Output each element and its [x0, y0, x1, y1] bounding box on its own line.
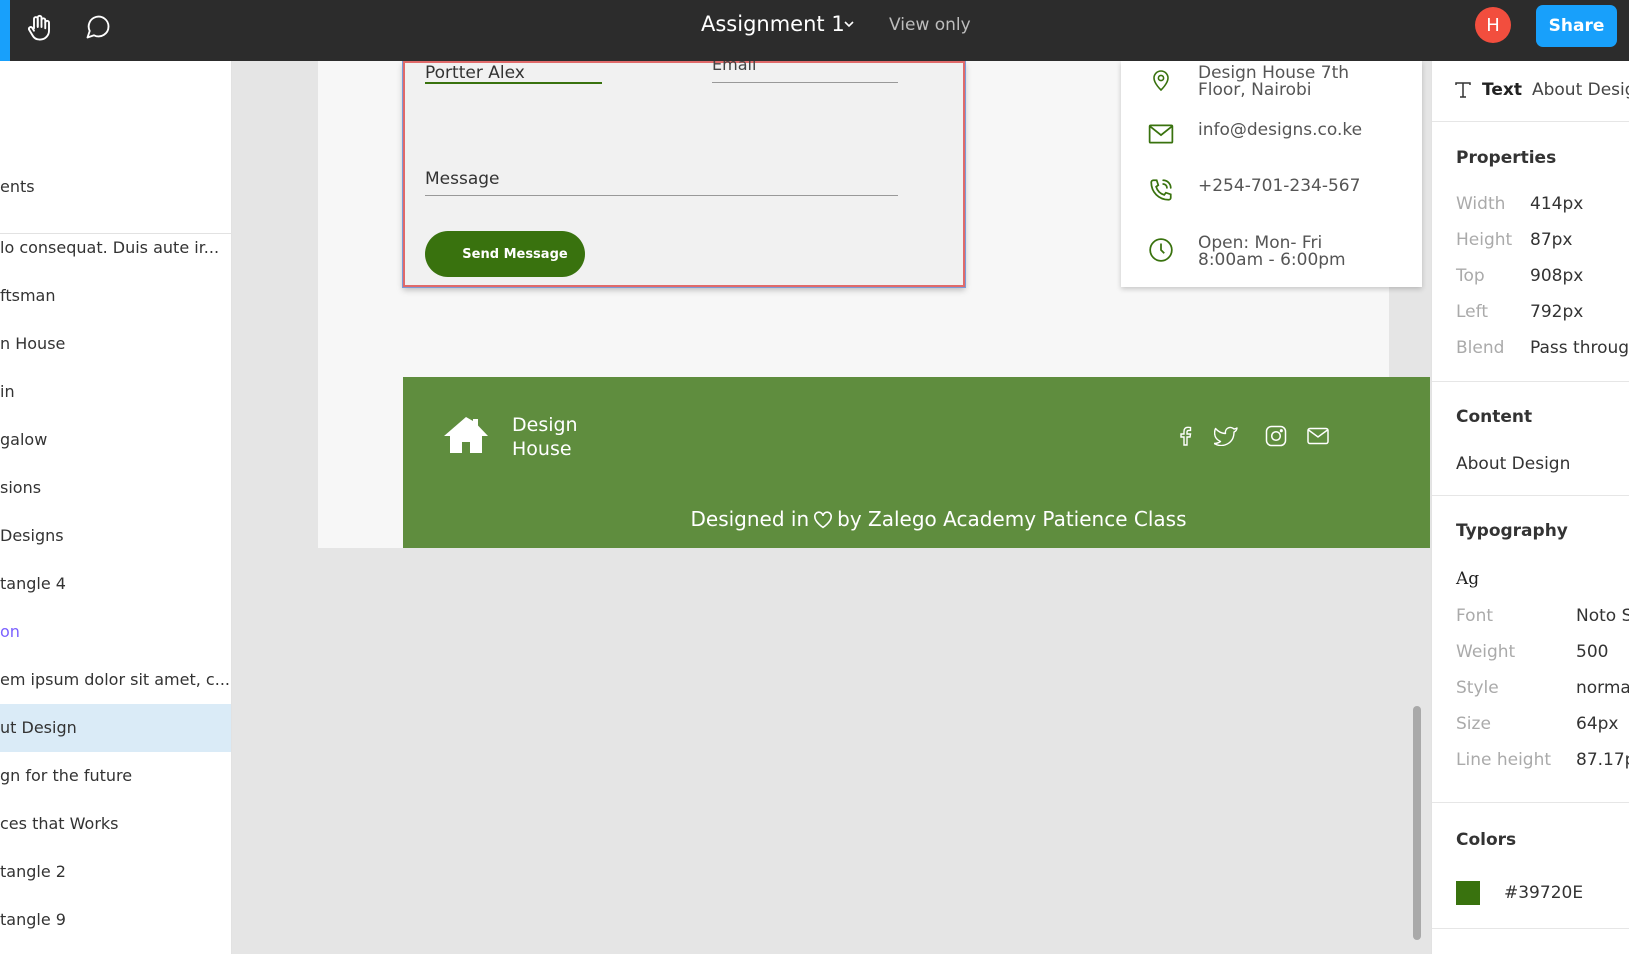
properties-panel: Text About Design Properties Width 414px…: [1431, 61, 1629, 954]
layer-item[interactable]: lo consequat. Duis aute ir...: [0, 224, 231, 272]
selection-header: Text About Design: [1454, 80, 1629, 100]
footer-brand-line-2: House: [512, 438, 572, 460]
footer-brand-line-1: Design: [512, 414, 578, 436]
instagram-icon[interactable]: [1263, 423, 1289, 449]
contact-phone: +254-701-234-567: [1198, 176, 1361, 196]
layer-item[interactable]: ut Design: [0, 704, 231, 752]
contact-form-card[interactable]: Portter Alex Email Message Send Message: [403, 61, 965, 287]
chevron-down-icon[interactable]: [843, 17, 855, 35]
divider: [1432, 121, 1629, 122]
layer-item[interactable]: sions: [0, 464, 231, 512]
font-preview: Ag: [1456, 569, 1480, 589]
width-value[interactable]: 414px: [1530, 194, 1583, 214]
weight-label: Weight: [1456, 642, 1516, 662]
view-only-label: View only: [889, 15, 971, 35]
hours-line-2: 8:00am - 6:00pm: [1198, 250, 1346, 270]
style-value[interactable]: normal: [1576, 678, 1629, 698]
layer-item[interactable]: gn for the future: [0, 752, 231, 800]
credit-after: by Zalego Academy Patience Class: [837, 507, 1187, 531]
email-field[interactable]: Email: [712, 61, 756, 74]
layer-item[interactable]: Designs: [0, 512, 231, 560]
layer-item[interactable]: em ipsum dolor sit amet, c...: [0, 656, 231, 704]
top-label: Top: [1456, 266, 1485, 286]
layer-item[interactable]: ftsman: [0, 272, 231, 320]
address-line-2: Floor, Nairobi: [1198, 80, 1312, 100]
layer-item[interactable]: tangle 9: [0, 896, 231, 944]
size-label: Size: [1456, 714, 1491, 734]
share-button[interactable]: Share: [1536, 5, 1617, 47]
left-value[interactable]: 792px: [1530, 302, 1583, 322]
content-value[interactable]: About Design: [1456, 454, 1570, 474]
layer-item[interactable]: tangle 2: [0, 848, 231, 896]
footer-brand: Design House: [512, 413, 578, 461]
page-frame[interactable]: Portter Alex Email Message Send Message …: [318, 61, 1430, 548]
top-toolbar: Assignment 1 View only H Share: [0, 0, 1629, 61]
line-height-value[interactable]: 87.17px: [1576, 750, 1629, 770]
message-field-underline: [425, 195, 898, 196]
text-type-icon: [1455, 82, 1471, 98]
home-icon: [443, 415, 489, 460]
contact-email: info@designs.co.ke: [1198, 120, 1363, 140]
width-label: Width: [1456, 194, 1506, 214]
size-value[interactable]: 64px: [1576, 714, 1618, 734]
properties-title: Properties: [1456, 148, 1557, 168]
email-field-underline: [712, 82, 898, 83]
blend-label: Blend: [1456, 338, 1505, 358]
left-label: Left: [1456, 302, 1488, 322]
layer-item[interactable]: n House: [0, 320, 231, 368]
style-label: Style: [1456, 678, 1499, 698]
hand-tool-icon[interactable]: [22, 10, 56, 44]
height-value[interactable]: 87px: [1530, 230, 1572, 250]
font-value[interactable]: Noto Sans: [1576, 606, 1629, 626]
selection-name: About Design: [1531, 80, 1629, 100]
name-field-underline: [425, 82, 602, 84]
layer-item[interactable]: on: [0, 608, 231, 656]
comment-icon[interactable]: [81, 10, 115, 44]
phone-icon: [1146, 175, 1176, 205]
layer-item[interactable]: tangle 4: [0, 560, 231, 608]
font-label: Font: [1456, 606, 1494, 626]
typography-title: Typography: [1456, 521, 1568, 541]
credit-before: Designed in: [690, 507, 810, 531]
name-field[interactable]: Portter Alex: [425, 63, 525, 83]
heart-icon: [814, 511, 833, 529]
colors-title: Colors: [1456, 830, 1517, 850]
message-field[interactable]: Message: [425, 169, 500, 189]
contact-info-card[interactable]: Design House 7th Floor, Nairobi info@des…: [1121, 61, 1422, 287]
divider: [1432, 802, 1629, 803]
blend-value[interactable]: Pass through: [1530, 338, 1629, 358]
selection-type: Text: [1482, 80, 1522, 100]
canvas-scrollbar[interactable]: [1413, 706, 1421, 940]
file-title[interactable]: Assignment 1: [701, 12, 845, 36]
site-footer[interactable]: Design House Designed in by Zalego Academ…: [403, 377, 1430, 548]
divider: [1432, 928, 1629, 929]
clock-icon: [1146, 235, 1176, 265]
location-pin-icon: [1146, 65, 1176, 95]
content-title: Content: [1456, 407, 1533, 427]
layers-section-label[interactable]: ents: [0, 177, 35, 196]
mail-icon: [1146, 119, 1176, 149]
avatar[interactable]: H: [1475, 7, 1511, 43]
send-message-button[interactable]: Send Message: [425, 231, 585, 277]
top-value[interactable]: 908px: [1530, 266, 1583, 286]
layer-item[interactable]: ces that Works: [0, 800, 231, 848]
weight-value[interactable]: 500: [1576, 642, 1608, 662]
design-canvas[interactable]: Portter Alex Email Message Send Message …: [233, 61, 1430, 954]
height-label: Height: [1456, 230, 1513, 250]
layer-item[interactable]: galow: [0, 416, 231, 464]
toolbar-accent: [0, 0, 10, 61]
twitter-icon[interactable]: [1213, 423, 1239, 449]
layer-item[interactable]: in: [0, 368, 231, 416]
layers-panel: ents lo consequat. Duis aute ir... ftsman…: [0, 61, 232, 954]
color-swatch[interactable]: [1456, 881, 1480, 905]
footer-credit: Designed in by Zalego Academy Patience Cl…: [403, 507, 1430, 531]
divider: [1432, 381, 1629, 382]
divider: [1432, 495, 1629, 496]
mail-icon[interactable]: [1305, 423, 1331, 449]
facebook-icon[interactable]: [1172, 423, 1198, 449]
color-hex-value[interactable]: #39720E: [1504, 883, 1583, 903]
line-height-label: Line height: [1456, 750, 1552, 770]
